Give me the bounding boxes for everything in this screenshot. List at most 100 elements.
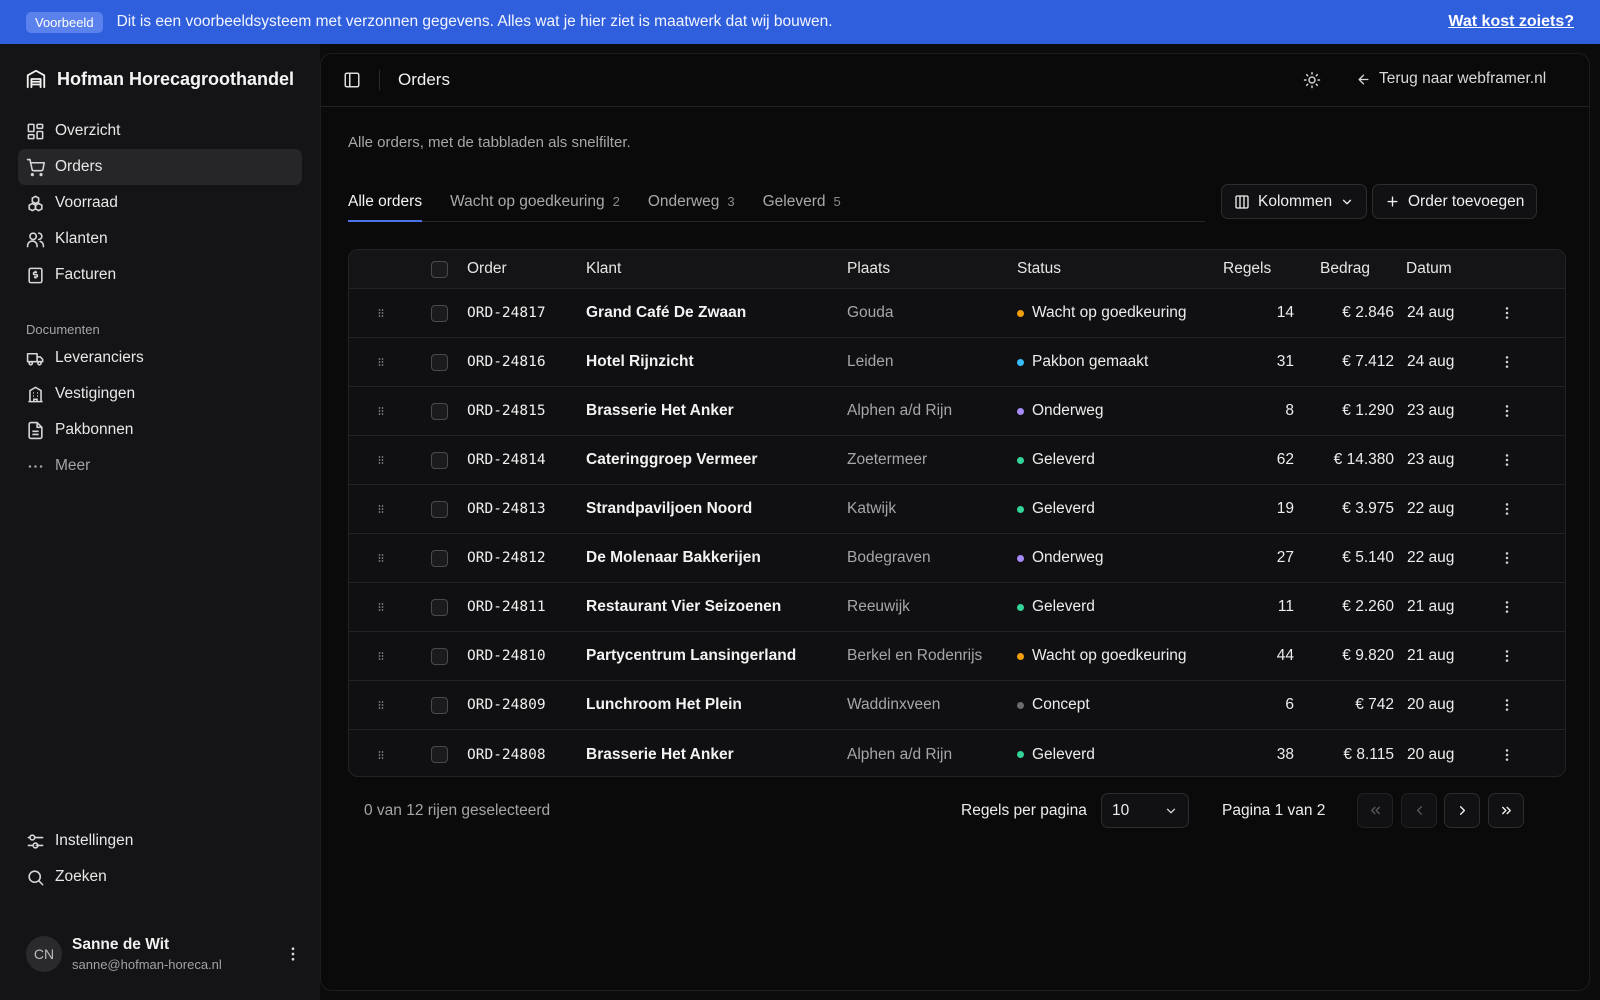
table-row[interactable]: ORD-24811 Restaurant Vier Seizoenen Reeuwi…: [349, 583, 1565, 632]
row-checkbox[interactable]: [431, 730, 448, 776]
amount: € 3.975: [1342, 500, 1394, 517]
row-actions-icon[interactable]: [1499, 583, 1515, 631]
sidebar-item-pakbonnen[interactable]: Pakbonnen: [18, 412, 302, 448]
column-header-bedrag[interactable]: Bedrag: [1320, 250, 1370, 288]
rows-per-page-select[interactable]: 10: [1101, 793, 1189, 828]
order-id[interactable]: ORD-24812: [467, 534, 546, 582]
row-actions-icon[interactable]: [1499, 436, 1515, 484]
amount: € 2.846: [1342, 304, 1394, 321]
order-id[interactable]: ORD-24811: [467, 583, 546, 631]
row-actions-icon[interactable]: [1499, 485, 1515, 533]
row-actions-icon[interactable]: [1499, 534, 1515, 582]
tab-alle-orders[interactable]: Alle orders: [348, 182, 423, 222]
status-label: Onderweg: [1032, 402, 1104, 419]
table-row[interactable]: ORD-24810 Partycentrum Lansingerland Berke…: [349, 632, 1565, 681]
drag-handle-icon[interactable]: [375, 534, 387, 582]
table-row[interactable]: ORD-24812 De Molenaar Bakkerijen Bodegrave…: [349, 534, 1565, 583]
sidebar-item-instellingen[interactable]: Instellingen: [18, 823, 302, 859]
more-vertical-icon[interactable]: [284, 945, 302, 963]
drag-handle-icon[interactable]: [375, 485, 387, 533]
order-id[interactable]: ORD-24814: [467, 436, 546, 484]
drag-handle-icon[interactable]: [375, 338, 387, 386]
sidebar-item-voorraad[interactable]: Voorraad: [18, 185, 302, 221]
add-order-button[interactable]: Order toevoegen: [1372, 184, 1538, 219]
amount: € 9.820: [1342, 647, 1394, 664]
user-menu[interactable]: CN Sanne de Wit sanne@hofman-horeca.nl: [26, 936, 302, 972]
tab-wacht-op-goedkeuring[interactable]: Wacht op goedkeuring 2: [450, 182, 620, 221]
columns-button[interactable]: Kolommen: [1221, 184, 1368, 219]
tab-count: 3: [727, 194, 735, 209]
column-header-datum[interactable]: Datum: [1406, 250, 1452, 288]
sidebar-item-zoeken[interactable]: Zoeken: [18, 859, 302, 895]
brand[interactable]: Hofman Horecagroothandel: [25, 68, 294, 90]
column-header-regels[interactable]: Regels: [1223, 250, 1271, 288]
table-row[interactable]: ORD-24814 Cateringgroep Vermeer Zoetermeer…: [349, 436, 1565, 485]
page-title: Orders: [398, 70, 450, 89]
order-date: 24 aug: [1407, 304, 1455, 321]
last-page-button[interactable]: [1488, 793, 1524, 828]
column-header-klant[interactable]: Klant: [586, 250, 621, 288]
row-checkbox[interactable]: [431, 387, 448, 435]
table-row[interactable]: ORD-24815 Brasserie Het Anker Alphen a/d R…: [349, 387, 1565, 436]
sun-icon[interactable]: [1303, 71, 1321, 89]
top-bar: Orders Terug naar webframer.nl: [321, 54, 1589, 107]
column-header-status[interactable]: Status: [1017, 250, 1061, 288]
row-checkbox[interactable]: [431, 681, 448, 729]
sidebar-toggle-icon[interactable]: [343, 71, 361, 89]
first-page-button[interactable]: [1357, 793, 1393, 828]
row-checkbox[interactable]: [431, 534, 448, 582]
truck-icon: [26, 349, 45, 368]
row-actions-icon[interactable]: [1499, 681, 1515, 729]
row-checkbox[interactable]: [431, 436, 448, 484]
drag-handle-icon[interactable]: [375, 436, 387, 484]
order-id[interactable]: ORD-24810: [467, 632, 546, 680]
table-row[interactable]: ORD-24813 Strandpaviljoen Noord Katwijk Gel…: [349, 485, 1565, 534]
order-id[interactable]: ORD-24817: [467, 289, 546, 337]
column-header-order[interactable]: Order: [467, 250, 507, 288]
row-checkbox[interactable]: [431, 338, 448, 386]
table-row[interactable]: ORD-24817 Grand Café De Zwaan Gouda Wacht o…: [349, 289, 1565, 338]
row-actions-icon[interactable]: [1499, 730, 1515, 776]
row-actions-icon[interactable]: [1499, 289, 1515, 337]
drag-handle-icon[interactable]: [375, 681, 387, 729]
row-checkbox[interactable]: [431, 583, 448, 631]
order-id[interactable]: ORD-24808: [467, 730, 546, 776]
order-id[interactable]: ORD-24809: [467, 681, 546, 729]
sidebar-item-overzicht[interactable]: Overzicht: [18, 113, 302, 149]
row-actions-icon[interactable]: [1499, 387, 1515, 435]
select-all-checkbox[interactable]: [431, 250, 448, 288]
next-page-button[interactable]: [1444, 793, 1480, 828]
sidebar-item-klanten[interactable]: Klanten: [18, 221, 302, 257]
divider: [379, 70, 380, 90]
column-header-plaats[interactable]: Plaats: [847, 250, 890, 288]
row-checkbox[interactable]: [431, 632, 448, 680]
order-id[interactable]: ORD-24815: [467, 387, 546, 435]
tab-geleverd[interactable]: Geleverd 5: [763, 182, 841, 221]
drag-handle-icon[interactable]: [375, 730, 387, 776]
sidebar-item-vestigingen[interactable]: Vestigingen: [18, 376, 302, 412]
back-link[interactable]: Terug naar webframer.nl: [1356, 70, 1546, 88]
table-row[interactable]: ORD-24816 Hotel Rijnzicht Leiden Pakbon gem…: [349, 338, 1565, 387]
order-id[interactable]: ORD-24816: [467, 338, 546, 386]
tab-onderweg[interactable]: Onderweg 3: [648, 182, 735, 221]
sidebar-item-orders[interactable]: Orders: [18, 149, 302, 185]
row-actions-icon[interactable]: [1499, 338, 1515, 386]
row-actions-icon[interactable]: [1499, 632, 1515, 680]
file-icon: [26, 421, 45, 440]
order-date: 23 aug: [1407, 451, 1455, 468]
users-icon: [26, 230, 45, 249]
row-checkbox[interactable]: [431, 289, 448, 337]
pricing-link[interactable]: Wat kost zoiets?: [1448, 13, 1574, 31]
drag-handle-icon[interactable]: [375, 387, 387, 435]
drag-handle-icon[interactable]: [375, 583, 387, 631]
drag-handle-icon[interactable]: [375, 632, 387, 680]
row-checkbox[interactable]: [431, 485, 448, 533]
sidebar-item-leveranciers[interactable]: Leveranciers: [18, 340, 302, 376]
sidebar-item-facturen[interactable]: Facturen: [18, 257, 302, 293]
order-id[interactable]: ORD-24813: [467, 485, 546, 533]
table-row[interactable]: ORD-24809 Lunchroom Het Plein Waddinxveen C…: [349, 681, 1565, 730]
table-row[interactable]: ORD-24808 Brasserie Het Anker Alphen a/d R…: [349, 730, 1565, 776]
sidebar-item-meer[interactable]: Meer: [18, 448, 302, 484]
drag-handle-icon[interactable]: [375, 289, 387, 337]
previous-page-button[interactable]: [1401, 793, 1437, 828]
